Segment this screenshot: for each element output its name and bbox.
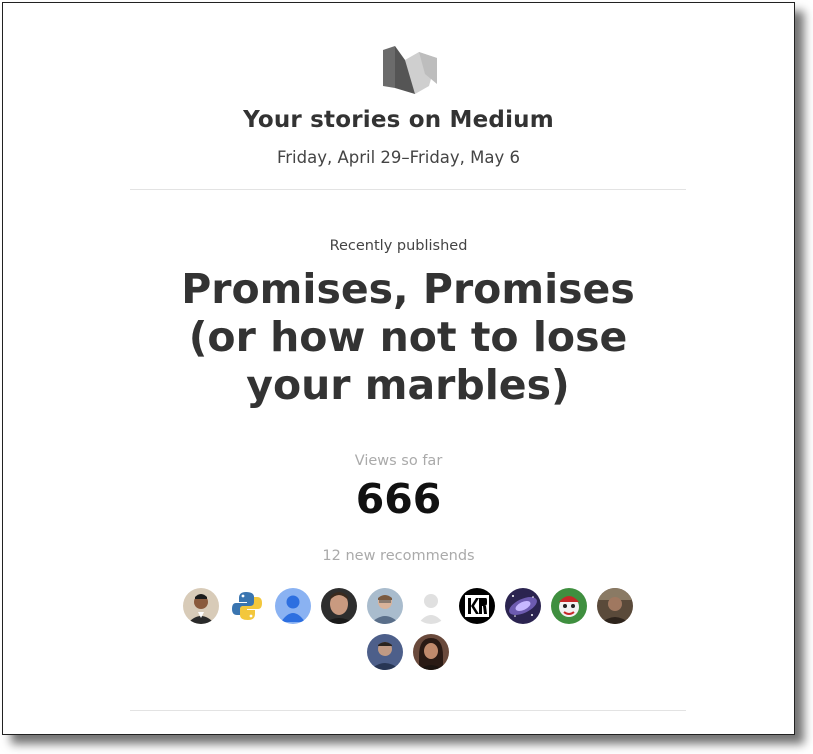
avatar[interactable] xyxy=(413,634,449,670)
avatar[interactable] xyxy=(229,588,265,624)
person-photo-icon xyxy=(367,588,403,624)
galaxy-image-icon xyxy=(505,588,541,624)
avatar[interactable] xyxy=(367,588,403,624)
person-photo-icon xyxy=(413,634,449,670)
divider xyxy=(130,710,686,711)
date-range: Friday, April 29–Friday, May 6 xyxy=(276,148,521,167)
header-title: Your stories on Medium xyxy=(243,107,554,133)
cartoon-character-icon xyxy=(551,588,587,624)
python-logo-icon xyxy=(229,588,265,624)
avatar[interactable] xyxy=(413,588,449,624)
avatar[interactable] xyxy=(597,588,633,624)
avatar[interactable] xyxy=(183,588,219,624)
recently-published-label: Recently published xyxy=(329,238,468,254)
kr-monogram-icon xyxy=(459,588,495,624)
divider xyxy=(130,189,686,190)
avatar[interactable] xyxy=(551,588,587,624)
avatar[interactable] xyxy=(275,588,311,624)
person-photo-icon xyxy=(321,588,357,624)
views-count: 666 xyxy=(355,475,442,523)
digest-email-card: Your stories on Medium Friday, April 29–… xyxy=(2,2,795,735)
story-title-link[interactable]: Promises, Promises (or how not to lose y… xyxy=(143,265,673,409)
avatar[interactable] xyxy=(459,588,495,624)
placeholder-person-icon xyxy=(413,588,449,624)
avatar[interactable] xyxy=(321,588,357,624)
person-photo-icon xyxy=(367,634,403,670)
recommenders-avatars xyxy=(173,588,643,670)
avatar[interactable] xyxy=(505,588,541,624)
recommends-label: 12 new recommends xyxy=(322,548,475,564)
medium-logo-icon xyxy=(383,46,437,94)
person-photo-icon xyxy=(183,588,219,624)
views-label: Views so far xyxy=(354,453,443,469)
avatar[interactable] xyxy=(367,634,403,670)
default-google-avatar-icon xyxy=(275,588,311,624)
person-photo-icon xyxy=(597,588,633,624)
